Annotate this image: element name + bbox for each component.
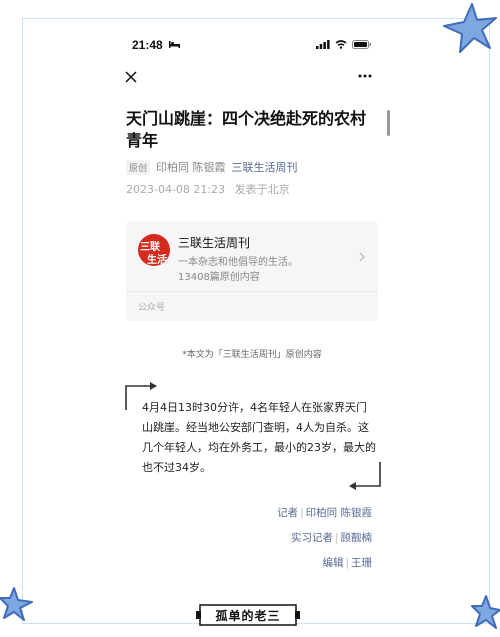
battery-icon: [352, 40, 371, 49]
status-time: 21:48: [132, 38, 163, 52]
account-logo-text-bottom: 生活: [147, 255, 167, 266]
nav-bar: [112, 66, 392, 96]
account-logo: 三联 生活: [138, 234, 170, 266]
status-icons: [316, 40, 372, 49]
credit-role: 实习记者: [290, 532, 333, 544]
watermark-text: 孤单的老三: [215, 609, 281, 623]
account-card[interactable]: 三联 生活 三联生活周刊 一本杂志和他倡导的生活。 13408篇原创内容 公众号: [126, 221, 378, 321]
star-decoration-bottom-right-icon: [471, 595, 500, 629]
publish-date: 2023-04-08 21:23: [126, 183, 226, 196]
credit-role: 记者: [277, 507, 299, 519]
phone-screen: 21:48 天门山跳崖：四个决绝赴死的农村青年 原创 印柏同 陈银霞 三联生活周…: [112, 28, 392, 628]
star-decoration-top-right-icon: [443, 3, 497, 53]
credit-role: 编辑: [322, 557, 344, 569]
wifi-icon: [335, 40, 347, 49]
close-icon[interactable]: [124, 70, 138, 84]
credit-line-intern: 实习记者 | 顾靓楠: [290, 532, 373, 544]
original-notice: *本文为「三联生活周刊」原创内容: [182, 350, 322, 360]
credit-line-editor: 编辑 | 王珊: [322, 557, 372, 569]
account-card-footer: 公众号: [138, 303, 166, 313]
credit-names: 印柏同 陈银霞: [305, 507, 372, 519]
article-title: 天门山跳崖：四个决绝赴死的农村青年: [126, 109, 367, 150]
article-authors: 印柏同 陈银霞: [156, 161, 226, 174]
status-bar: 21:48: [112, 28, 392, 62]
account-card-name: 三联生活周刊: [178, 236, 251, 250]
account-card-description: 一本杂志和他倡导的生活。: [178, 257, 298, 268]
original-tag: 原创: [126, 159, 151, 175]
cellular-signal-icon: [316, 40, 330, 49]
credit-names: 王珊: [351, 557, 372, 569]
chevron-right-icon: [359, 252, 365, 262]
scrollbar[interactable]: [387, 110, 390, 136]
star-decoration-bottom-left-icon: [0, 587, 33, 621]
account-name-link[interactable]: 三联生活周刊: [232, 159, 298, 175]
account-card-article-count: 13408篇原创内容: [178, 272, 260, 283]
publish-info: 2023-04-08 21:23 发表于北京: [126, 181, 290, 197]
more-options-icon[interactable]: [358, 74, 372, 78]
publish-location: 发表于北京: [234, 183, 290, 196]
credit-line-reporter: 记者 | 印柏同 陈银霞: [277, 507, 372, 519]
article-lead-paragraph: 4月4日13时30分许，4名年轻人在张家界天门山跳崖。经当地公安部门查明，4人为…: [142, 401, 376, 474]
card-divider: [126, 291, 378, 292]
credit-names: 顾靓楠: [340, 532, 373, 544]
article-meta: 原创 印柏同 陈银霞 三联生活周刊: [126, 159, 298, 175]
sleep-focus-icon: [169, 41, 180, 48]
